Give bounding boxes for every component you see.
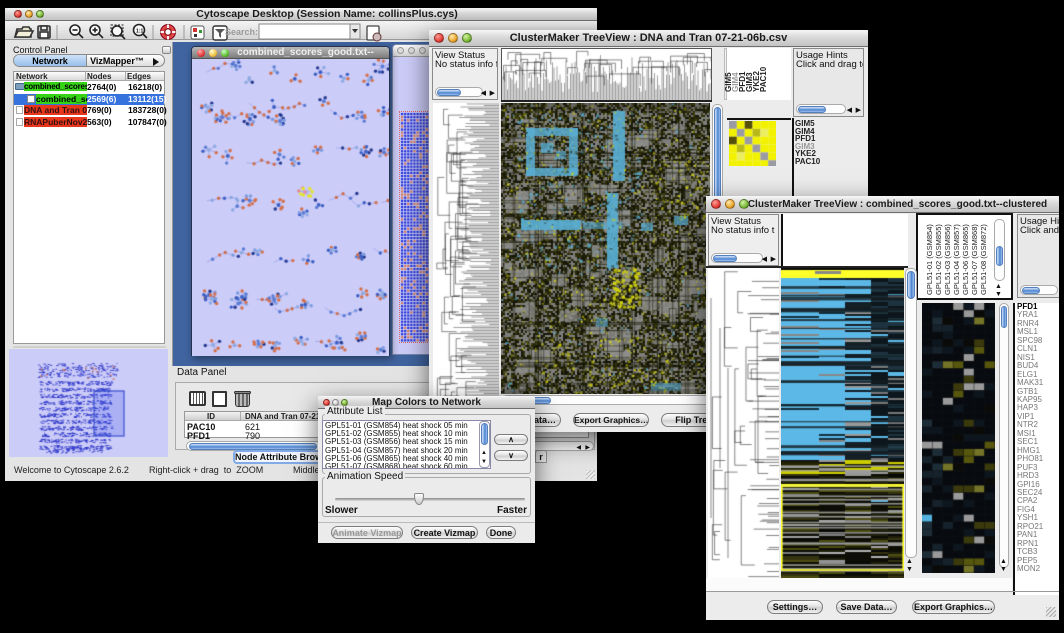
svg-text:Search:: Search: (225, 27, 258, 37)
svg-text:1:1: 1:1 (136, 29, 143, 35)
